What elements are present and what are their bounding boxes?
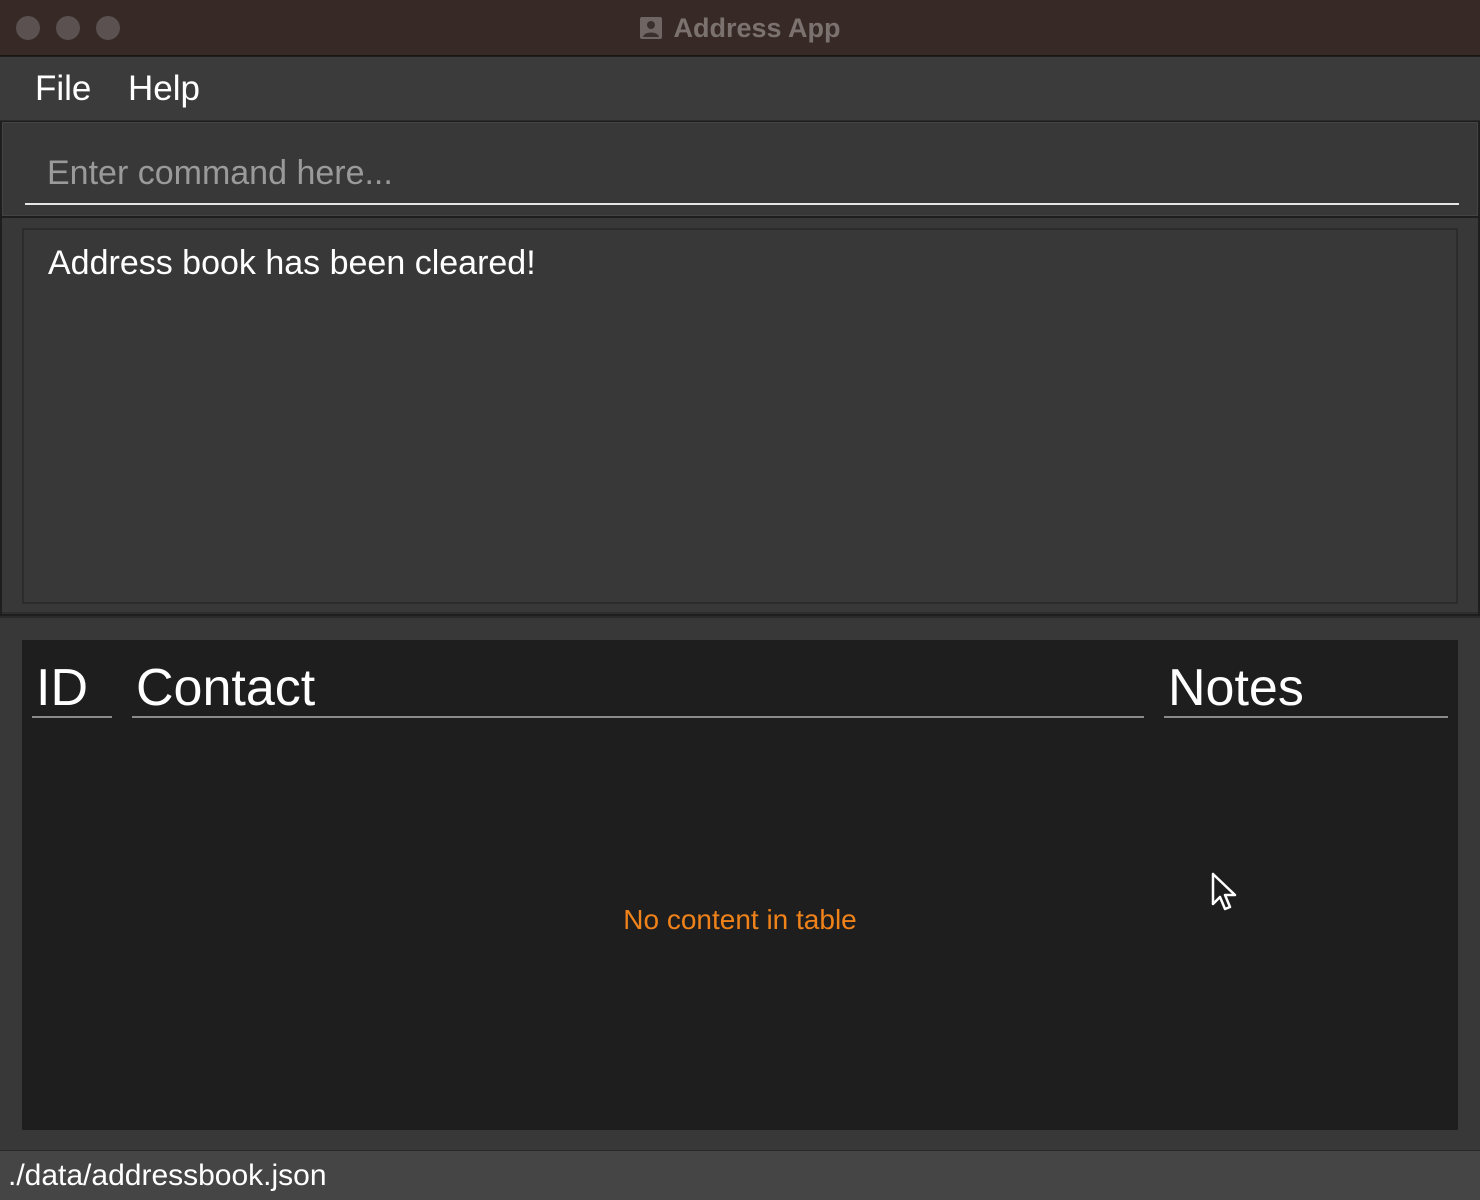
result-message: Address book has been cleared! <box>48 244 536 282</box>
menu-bar: File Help <box>0 57 1480 121</box>
contact-table[interactable]: ID Contact Notes No content in table <box>22 640 1458 1130</box>
column-header-id[interactable]: ID <box>32 658 112 718</box>
column-header-id-label: ID <box>36 659 88 717</box>
empty-table-message: No content in table <box>623 904 857 935</box>
column-header-contact-label: Contact <box>136 659 316 717</box>
column-header-notes[interactable]: Notes <box>1164 658 1448 718</box>
menu-file[interactable]: File <box>35 69 91 109</box>
window-titlebar: Address App <box>0 0 1480 56</box>
column-header-contact[interactable]: Contact <box>132 658 1144 718</box>
result-display[interactable]: Address book has been cleared! <box>22 228 1458 604</box>
window-title: Address App <box>673 13 841 43</box>
mouse-pointer-icon <box>1211 872 1237 911</box>
menu-help[interactable]: Help <box>128 69 200 109</box>
result-display-pane: Address book has been cleared! <box>2 218 1478 614</box>
contact-list-pane: ID Contact Notes No content in table <box>0 616 1480 1150</box>
command-box-pane <box>2 122 1478 216</box>
window-title-wrap: Address App <box>0 13 1480 44</box>
status-file-path: ./data/addressbook.json <box>8 1159 327 1192</box>
column-header-notes-label: Notes <box>1168 659 1304 717</box>
status-bar: ./data/addressbook.json <box>0 1150 1480 1200</box>
command-input[interactable] <box>25 143 1459 205</box>
address-book-icon <box>640 17 663 39</box>
